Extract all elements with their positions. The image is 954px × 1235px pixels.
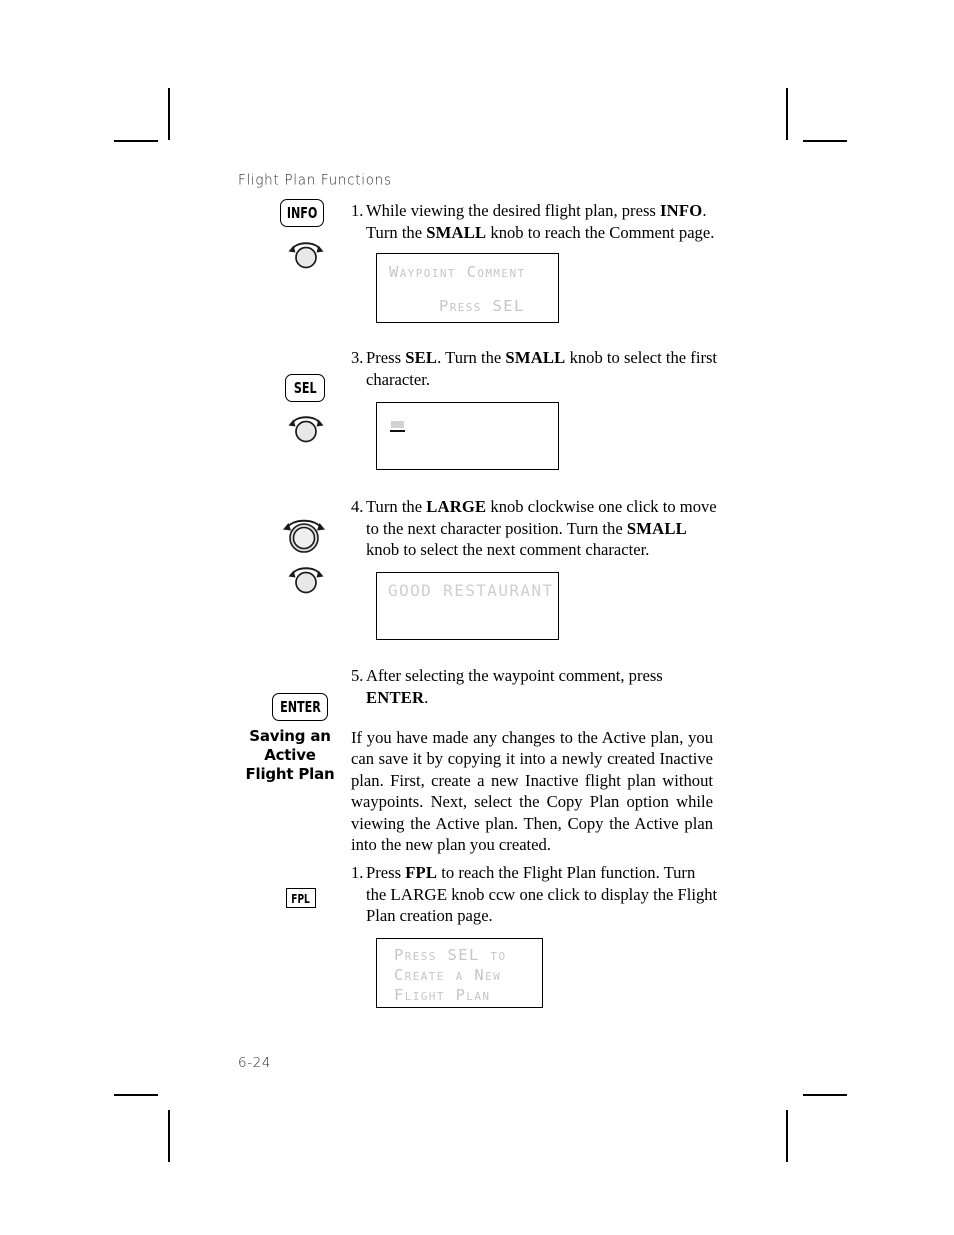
step-4-number: 4. (351, 497, 364, 516)
lcd-create-new-plan: Press SEL to Create a New Flight Plan (376, 938, 543, 1008)
section-heading-line3: Flight Plan (245, 765, 335, 783)
lcd-good-restaurant-line1: GOOD RESTAURANT (388, 581, 554, 600)
step-5-text: After selecting the waypoint comment, pr… (366, 665, 721, 708)
lcd-cursor-block (391, 421, 404, 428)
step-4-text-e: knob to select the next comment characte… (366, 540, 650, 559)
step-1-text: While viewing the desired flight plan, p… (366, 200, 721, 243)
step-1-info-keyword: INFO (660, 201, 703, 220)
step-4: 4. Turn the LARGE knob clockwise one cli… (351, 496, 723, 561)
step-4-text-d: to the next character position. Turn the (366, 518, 627, 538)
running-head: Flight Plan Functions (238, 172, 392, 189)
step-6-large-keyword: LARGE (390, 884, 448, 904)
lcd-create-new-plan-line2: Create a New (394, 966, 502, 984)
step-1-number: 1. (351, 201, 364, 220)
crop-mark-top-right-vertical (786, 88, 788, 140)
lcd-create-new-plan-line1: Press SEL to (394, 946, 507, 964)
small-knob-icon-1[interactable] (286, 236, 326, 270)
step-4-text-c: knob clockwise one click to move (486, 497, 717, 516)
step-6-text: Press FPL to reach the Flight Plan funct… (366, 862, 723, 927)
step-3-number: 3. (351, 348, 364, 367)
step-1-small-keyword: SMALL (426, 222, 487, 242)
step-5: 5. After selecting the waypoint comment,… (351, 665, 721, 708)
lcd-cursor-underline (390, 430, 405, 432)
step-6-text-f: Plan creation page. (366, 906, 493, 925)
section-heading-line2: Active (264, 746, 316, 764)
step-3-sel-keyword: SEL (405, 348, 438, 367)
crop-mark-bottom-right-horizontal (803, 1094, 847, 1096)
lcd-first-character (376, 402, 559, 470)
step-3: 3. Press SEL. Turn the SMALL knob to sel… (351, 347, 721, 390)
section-heading: Saving an Active Flight Plan (234, 727, 346, 784)
small-knob-icon-3[interactable] (286, 561, 326, 595)
step-6-text-e: knob ccw one click to display the Flight (447, 884, 718, 904)
crop-mark-top-left-vertical (168, 88, 170, 140)
step-6-number: 1. (351, 863, 364, 882)
step-6: 1. Press FPL to reach the Flight Plan fu… (351, 862, 723, 927)
step-4-small-keyword: SMALL (626, 518, 687, 538)
section-paragraph: If you have made any changes to the Acti… (351, 728, 713, 855)
step-6-fpl-keyword: FPL (405, 863, 438, 882)
lcd-waypoint-comment-line2: Press SEL (439, 297, 525, 315)
step-6-text-a: Press (366, 863, 406, 882)
lcd-waypoint-comment: Waypoint Comment Press SEL (376, 253, 559, 323)
step-4-text: Turn the LARGE knob clockwise one click … (366, 496, 723, 561)
page-number: 6-24 (238, 1055, 272, 1071)
step-5-text-c: . (424, 687, 429, 707)
section-heading-line1: Saving an (249, 727, 331, 745)
sel-button[interactable]: SEL (285, 374, 325, 402)
step-5-text-a: After selecting the waypoint comment, pr… (366, 666, 663, 685)
lcd-good-restaurant: GOOD RESTAURANT (376, 572, 559, 640)
step-1-text-a: While viewing the desired flight plan, p… (366, 201, 661, 220)
step-6-text-d: the (366, 884, 391, 904)
step-4-text-a: Turn the (366, 497, 427, 516)
lcd-create-new-plan-line3: Flight Plan (394, 986, 491, 1004)
info-button-label: INFO (286, 204, 318, 222)
step-1-text-c: . (702, 201, 707, 220)
crop-mark-top-right-horizontal (803, 140, 847, 142)
step-6-text-c: to reach the Flight Plan function. Turn (437, 863, 696, 882)
step-4-large-keyword: LARGE (426, 497, 487, 516)
enter-button-label: ENTER (279, 698, 321, 716)
step-3-text-a: Press (366, 348, 406, 367)
small-knob-icon-step3b[interactable] (286, 410, 326, 444)
step-3-text-c: . Turn the (437, 348, 506, 367)
crop-mark-top-left-horizontal (114, 140, 158, 142)
enter-button[interactable]: ENTER (272, 693, 328, 721)
crop-mark-bottom-left-horizontal (114, 1094, 158, 1096)
step-1-text-e: knob to reach the Comment page. (486, 222, 715, 242)
step-3-text-f: character. (366, 369, 431, 389)
fpl-button-label: FPL (291, 890, 311, 906)
step-5-number: 5. (351, 666, 364, 685)
step-5-enter-keyword: ENTER (366, 687, 425, 707)
sel-button-label: SEL (293, 379, 317, 397)
step-3-text-e: knob to select the first (565, 348, 718, 367)
large-knob-icon[interactable] (280, 512, 328, 556)
manual-page: Flight Plan Functions INFO 1. While view… (0, 0, 954, 1235)
crop-mark-bottom-right-vertical (786, 1110, 788, 1162)
crop-mark-bottom-left-vertical (168, 1110, 170, 1162)
step-3-text: Press SEL. Turn the SMALL knob to select… (366, 347, 721, 390)
step-1-text-d: Turn the (366, 222, 427, 242)
step-1: 1. While viewing the desired flight plan… (351, 200, 721, 243)
info-button[interactable]: INFO (280, 199, 324, 227)
lcd-waypoint-comment-line1: Waypoint Comment (389, 263, 526, 281)
fpl-button[interactable]: FPL (286, 888, 316, 908)
step-3-small-keyword: SMALL (505, 348, 566, 367)
